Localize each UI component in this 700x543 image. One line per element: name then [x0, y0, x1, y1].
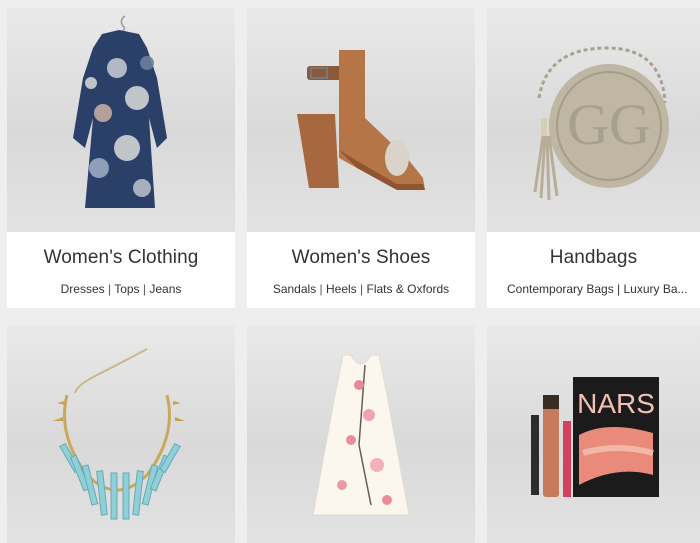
handbags-image[interactable]: GG [487, 8, 700, 232]
subcategory-link-flats-oxfords[interactable]: Flats & Oxfords [366, 282, 449, 296]
beauty-image[interactable]: NARS [487, 325, 700, 543]
subcategory-link-sandals[interactable]: Sandals [273, 282, 316, 296]
subcategory-link-dresses[interactable]: Dresses [61, 282, 105, 296]
category-card-jewelry[interactable] [7, 325, 235, 543]
svg-text:GG: GG [567, 92, 651, 157]
crossbody-bag-icon: GG [533, 46, 669, 201]
subcategory-link-heels[interactable]: Heels [326, 282, 357, 296]
suede-heel-icon [297, 50, 425, 190]
category-card-kids[interactable] [247, 325, 475, 543]
category-title[interactable]: Women's Clothing [7, 247, 235, 269]
makeup-kit-icon: NARS [531, 377, 659, 497]
category-grid: Women's Clothing Dresses | Tops | Jeans … [0, 0, 700, 543]
womens-shoes-caption: Women's Shoes Sandals | Heels | Flats & … [247, 232, 475, 308]
womens-clothing-image[interactable] [7, 8, 235, 232]
category-card-beauty[interactable]: NARS [487, 325, 700, 543]
womens-shoes-image[interactable] [247, 8, 475, 232]
category-card-womens-shoes[interactable]: Women's Shoes Sandals | Heels | Flats & … [247, 8, 475, 308]
subcategory-links: Dresses | Tops | Jeans [60, 282, 182, 296]
kids-image[interactable] [247, 325, 475, 543]
category-card-womens-clothing[interactable]: Women's Clothing Dresses | Tops | Jeans [7, 8, 235, 308]
subcategory-link-jeans[interactable]: Jeans [149, 282, 181, 296]
girls-dress-icon [312, 354, 410, 516]
category-title[interactable]: Women's Shoes [247, 247, 475, 269]
svg-text:NARS: NARS [577, 388, 655, 419]
jewelry-image[interactable] [7, 325, 235, 543]
womens-clothing-caption: Women's Clothing Dresses | Tops | Jeans [7, 232, 235, 308]
subcategory-links: Sandals | Heels | Flats & Oxfords [272, 282, 450, 296]
subcategory-links[interactable]: Contemporary Bags | Luxury Ba... [507, 282, 694, 296]
subcategory-link-tops[interactable]: Tops [114, 282, 139, 296]
category-card-handbags[interactable]: GG Handbags Contemporary Bags | Luxury B… [487, 8, 700, 308]
statement-necklace-icon [53, 348, 185, 520]
floral-dress-icon [73, 15, 167, 208]
handbags-caption: Handbags Contemporary Bags | Luxury Ba..… [487, 232, 700, 308]
category-title[interactable]: Handbags [487, 247, 700, 269]
